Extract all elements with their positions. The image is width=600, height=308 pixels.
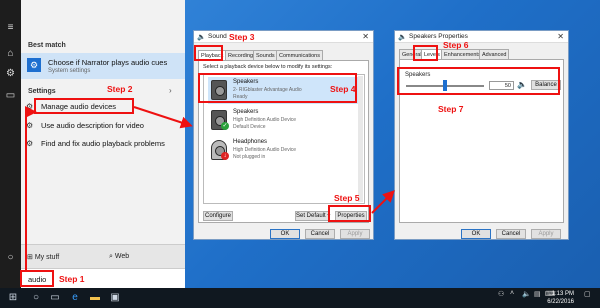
tab-advanced[interactable]: Advanced [479, 49, 510, 59]
sound-cancel-button[interactable]: Cancel [305, 229, 335, 239]
start-rail: ≡ ⌂ ⚙ ▭ ○ [0, 0, 21, 288]
gear-icon: ⚙ [26, 121, 34, 130]
speakers-properties-dialog: 🔈 Speakers Properties ✕ General Levels E… [394, 30, 569, 240]
start-windows-icon[interactable]: ⊞ [4, 291, 22, 305]
unplugged-icon: ↓ [221, 152, 229, 160]
tab-communications[interactable]: Communications [276, 50, 323, 60]
step-6-label: Step 6 [443, 40, 469, 50]
close-icon[interactable]: ✕ [362, 32, 369, 41]
gear-icon: ⚙ [26, 139, 34, 148]
tab-enhancements[interactable]: Enhancements [441, 49, 484, 59]
clock-date: 6/22/2016 [547, 299, 574, 305]
device-status: Not plugged in [233, 154, 266, 160]
store-icon[interactable]: ▣ [106, 291, 124, 305]
sound-ok-button[interactable]: OK [270, 229, 300, 239]
sound-title: Sound [208, 33, 227, 40]
settings-gear-icon[interactable]: ⚙ [0, 64, 21, 84]
annotation-box-levels-tab [413, 45, 438, 61]
gear-icon: ⚙ [27, 58, 41, 72]
settings-header: Settings [28, 88, 56, 95]
tab-web[interactable]: ⌕ Web [109, 253, 129, 261]
search-icon: ⌕ [109, 253, 113, 260]
gear-icon: ⚙ [26, 102, 34, 111]
step-1-label: Step 1 [59, 274, 85, 284]
annotation-box-playback-tab [194, 45, 223, 61]
tray-people-icon[interactable]: ⚇ [498, 290, 504, 298]
speakers-title-bar: 🔈 Speakers Properties ✕ [395, 31, 568, 43]
tray-network-icon[interactable]: ▤ [534, 290, 541, 298]
sound-title-bar: 🔈 Sound ✕ [194, 31, 373, 43]
best-match-title: Choose if Narrator plays audio cues [48, 58, 168, 67]
annotation-box-levels [397, 67, 560, 95]
search-scope-bar: ⊞ My stuff ⌕ Web [21, 244, 185, 268]
set-default-button[interactable]: Set Default ▾ [295, 211, 330, 221]
playback-instruction: Select a playback device below to modify… [203, 64, 333, 70]
chevron-right-icon[interactable]: › [169, 86, 172, 95]
annotation-box-manage-audio [34, 98, 134, 114]
tab-sounds[interactable]: Sounds [253, 50, 278, 60]
step-4-label: Step 4 [330, 84, 356, 94]
speakers-apply-button[interactable]: Apply [531, 229, 561, 239]
cortana-circle-icon[interactable]: ○ [0, 248, 21, 268]
device-item-headphones[interactable]: ↓ Headphones High Definition Audio Devic… [208, 137, 358, 164]
device-name: Headphones [233, 139, 268, 145]
check-icon: ✓ [221, 122, 229, 130]
sound-apply-button[interactable]: Apply [340, 229, 370, 239]
speakers-cancel-button[interactable]: Cancel [496, 229, 526, 239]
search-results-panel: Best match ⚙ Choose if Narrator plays au… [21, 0, 185, 288]
file-explorer-icon[interactable]: ▬ [86, 291, 104, 305]
tab-recording[interactable]: Recording [225, 50, 257, 60]
device-status: Default Device [233, 124, 266, 130]
best-match-header: Best match [28, 42, 66, 49]
home-icon[interactable]: ⌂ [0, 44, 21, 64]
result-audio-description[interactable]: Use audio description for video [41, 121, 144, 130]
best-match-result[interactable]: ⚙ Choose if Narrator plays audio cues Sy… [21, 53, 185, 79]
step-7-label: Step 7 [438, 104, 464, 114]
speaker-icon: 🔈 [197, 34, 206, 41]
device-item-hd-speakers[interactable]: ✓ Speakers High Definition Audio Device … [208, 107, 358, 134]
search-icon[interactable]: ○ [27, 291, 45, 305]
action-center-icon[interactable]: ▢ [584, 290, 591, 298]
device-list-scrollbar[interactable] [358, 76, 363, 202]
configure-button[interactable]: Configure [203, 211, 233, 221]
set-default-label: Set Default [296, 213, 326, 219]
best-match-subtitle: System settings [48, 68, 91, 74]
tab-my-stuff[interactable]: ⊞ My stuff [27, 253, 59, 261]
notebook-icon[interactable]: ▭ [0, 86, 21, 106]
step-3-label: Step 3 [229, 32, 255, 42]
taskbar-clock[interactable]: 1:13 PM 6/22/2016 [547, 290, 574, 306]
my-stuff-label: My stuff [34, 254, 60, 261]
tray-volume-icon[interactable]: 🔈 [522, 290, 531, 298]
hamburger-menu-icon[interactable]: ≡ [0, 18, 21, 38]
web-label: Web [114, 253, 130, 260]
task-view-icon[interactable]: ▭ [46, 291, 64, 305]
edge-browser-icon[interactable]: e [66, 291, 84, 305]
speakers-ok-button[interactable]: OK [461, 229, 491, 239]
speakers-title: Speakers Properties [409, 33, 468, 40]
close-icon[interactable]: ✕ [557, 32, 564, 41]
taskbar: ⊞ ○ ▭ e ▬ ▣ ⚇ ˄ 🔈 ▤ ⌨ 1:13 PM 6/22/2016 … [0, 288, 600, 308]
step-2-label: Step 2 [107, 84, 133, 94]
step-5-label: Step 5 [334, 193, 360, 203]
annotation-box-properties [328, 205, 371, 222]
speaker-icon: 🔈 [398, 34, 407, 41]
device-desc: High Definition Audio Device [233, 147, 297, 153]
annotation-box-search [20, 270, 54, 287]
device-desc: High Definition Audio Device [233, 117, 297, 123]
windows-logo-icon: ⊞ [27, 254, 33, 261]
device-name: Speakers [233, 109, 259, 115]
result-fix-audio-playback[interactable]: Find and fix audio playback problems [41, 139, 165, 148]
clock-time: 1:13 PM [551, 291, 574, 297]
tray-chevron-icon[interactable]: ˄ [510, 290, 514, 297]
